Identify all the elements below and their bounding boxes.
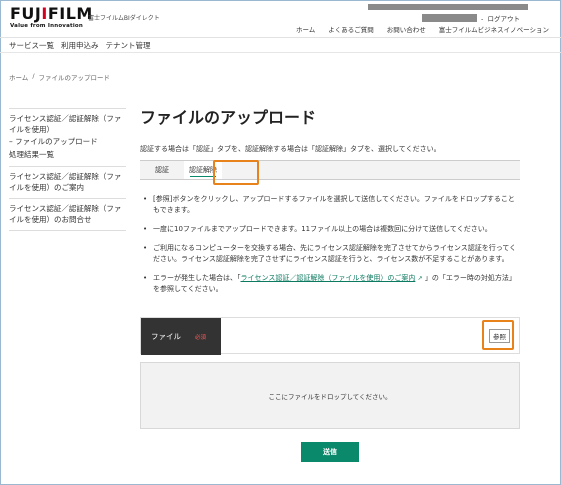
logout-label: ログアウト: [487, 15, 521, 23]
sidebar-item-guide[interactable]: ライセンス認証／認証解除（ファイルを使用）のご案内: [9, 171, 126, 193]
redacted-account-bar: [368, 4, 528, 10]
tab-bar: 認証 認証解除: [140, 160, 520, 180]
global-nav: サービス一覧 利用申込み テナント管理: [0, 39, 561, 53]
site-header: FUJIFILM Value from Innovation 富士フイルムBIダ…: [0, 0, 561, 38]
util-link-contact[interactable]: お問い合わせ: [387, 24, 426, 34]
fujifilm-logo[interactable]: FUJIFILM Value from Innovation: [10, 4, 93, 30]
nav-tenant-management[interactable]: テナント管理: [106, 40, 151, 51]
required-badge: 必須: [195, 334, 207, 341]
sidebar: ライセンス認証／認証解除（ファイルを使用） – ファイルのアップロード 処理結果…: [9, 108, 126, 231]
utility-nav: ホーム よくあるご質問 お問い合わせ 富士フイルムビジネスイノベーション: [296, 24, 549, 34]
highlight-box-browse-button: [482, 320, 514, 350]
sidebar-item-results[interactable]: 処理結果一覧: [9, 148, 126, 161]
page-title: ファイルのアップロード: [140, 108, 317, 127]
tab-auth[interactable]: 認証: [146, 161, 178, 179]
instruction-limit: 一度に10ファイルまでアップロードできます。11ファイル以上の場合は複数回に分け…: [140, 224, 520, 235]
sidebar-section-inquiry: ライセンス認証／認証解除（ファイルを使用）のお問合せ: [9, 198, 126, 231]
file-dropzone[interactable]: ここにファイルをドロップしてください。: [140, 362, 520, 429]
instruction-error: エラーが発生した場合は、「ライセンス認証／認証解除（ファイルを使用）のご案内 ↗…: [140, 273, 520, 295]
nav-service-list[interactable]: サービス一覧: [9, 40, 54, 51]
logo-wordmark: FUJIFILM: [10, 4, 93, 23]
breadcrumb-separator: /: [32, 72, 35, 80]
breadcrumb-current: ファイルのアップロード: [38, 74, 111, 82]
util-link-home[interactable]: ホーム: [296, 24, 315, 34]
sidebar-section-auth: ライセンス認証／認証解除（ファイルを使用） – ファイルのアップロード 処理結果…: [9, 108, 126, 166]
file-label-text: ファイル: [151, 332, 181, 341]
logout-separator: -: [481, 15, 484, 23]
util-link-corporate[interactable]: 富士フイルムビジネスイノベーション: [439, 24, 549, 34]
logo-tagline: Value from Innovation: [10, 23, 84, 29]
sidebar-item-file-upload[interactable]: – ファイルのアップロード: [9, 135, 126, 148]
instruction-replace-pc: ご利用になるコンピューターを交換する場合、先にライセンス認証解除を完了させてから…: [140, 243, 520, 265]
site-name: 富士フイルムBIダイレクト: [88, 15, 160, 22]
instructions-list: [参照]ボタンをクリックし、アップロードするファイルを選択して送信してください。…: [140, 194, 520, 303]
redacted-user-name: [422, 14, 477, 22]
instruction-error-pre: エラーが発生した場合は、「: [153, 274, 241, 282]
sidebar-section-guide: ライセンス認証／認証解除（ファイルを使用）のご案内: [9, 166, 126, 198]
breadcrumb: ホーム / ファイルのアップロード: [9, 72, 110, 82]
file-label: ファイル 必須: [141, 318, 221, 355]
file-input-row: ファイル 必須 参照: [140, 317, 520, 355]
submit-button[interactable]: 送信: [301, 442, 359, 462]
instruction-browse: [参照]ボタンをクリックし、アップロードするファイルを選択して送信してください。…: [140, 194, 520, 216]
guide-link[interactable]: ライセンス認証／認証解除（ファイルを使用）のご案内: [241, 274, 416, 282]
util-link-faq[interactable]: よくあるご質問: [328, 24, 374, 34]
main-content: ファイルのアップロード 認証する場合は「認証」タブを、認証解除する場合は「認証解…: [140, 108, 520, 462]
sidebar-item-auth[interactable]: ライセンス認証／認証解除（ファイルを使用）: [9, 113, 126, 135]
sidebar-item-inquiry[interactable]: ライセンス認証／認証解除（ファイルを使用）のお問合せ: [9, 203, 126, 225]
logout-link[interactable]: - ログアウト: [481, 13, 520, 23]
lead-text: 認証する場合は「認証」タブを、認証解除する場合は「認証解除」タブを、選択してくだ…: [140, 145, 441, 153]
external-link-icon: ↗: [417, 275, 423, 282]
breadcrumb-home[interactable]: ホーム: [9, 72, 28, 82]
nav-application[interactable]: 利用申込み: [61, 40, 99, 51]
highlight-box-deauth-tab: [213, 160, 259, 185]
